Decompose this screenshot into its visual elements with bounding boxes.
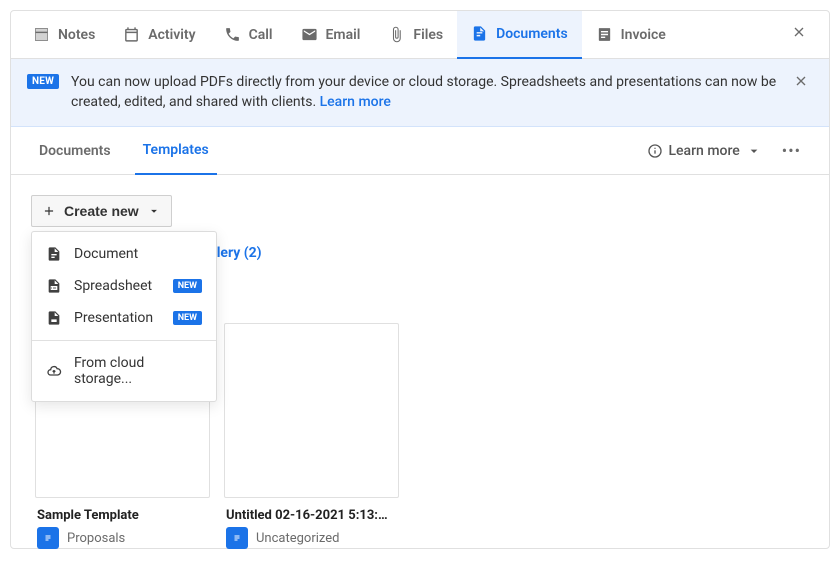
tab-notes[interactable]: Notes xyxy=(19,11,109,59)
tab-files[interactable]: Files xyxy=(374,11,457,59)
new-badge: NEW xyxy=(173,311,202,325)
subtab-documents[interactable]: Documents xyxy=(31,127,119,175)
tab-label: Call xyxy=(249,27,273,43)
invoice-icon xyxy=(596,26,613,43)
more-options-button[interactable]: ••• xyxy=(774,141,809,160)
info-icon xyxy=(647,143,663,159)
document-type-chip xyxy=(226,527,248,549)
tabs-close-button[interactable] xyxy=(777,24,821,45)
main-tabs: Notes Activity Call Email Files Document… xyxy=(11,11,829,59)
dropdown-item-cloud-storage[interactable]: From cloud storage... xyxy=(32,347,216,395)
tab-label: Invoice xyxy=(621,27,666,43)
document-icon xyxy=(42,532,54,544)
document-icon xyxy=(231,532,243,544)
template-title: Sample Template xyxy=(37,508,208,523)
tab-label: Documents xyxy=(496,26,568,42)
banner-text: You can now upload PDFs directly from yo… xyxy=(71,73,777,112)
sub-tabs-row: Documents Templates Learn more ••• xyxy=(11,127,829,175)
new-badge: NEW xyxy=(27,74,59,89)
template-thumbnail xyxy=(224,323,399,498)
document-icon xyxy=(471,25,488,42)
tab-invoice[interactable]: Invoice xyxy=(582,11,680,59)
presentation-icon xyxy=(46,310,62,326)
template-gallery-link[interactable]: llery (2) xyxy=(213,245,262,261)
tab-label: Email xyxy=(326,27,361,43)
create-new-dropdown: Document Spreadsheet NEW Presentation NE… xyxy=(31,231,217,402)
tab-documents[interactable]: Documents xyxy=(457,11,582,59)
cloud-upload-icon xyxy=(46,363,62,379)
dropdown-item-spreadsheet[interactable]: Spreadsheet NEW xyxy=(32,270,216,302)
subtab-templates[interactable]: Templates xyxy=(135,127,217,175)
notes-icon xyxy=(33,26,50,43)
template-title: Untitled 02-16-2021 5:13:… xyxy=(226,508,397,523)
learn-more-button[interactable]: Learn more xyxy=(639,143,770,159)
banner-message: You can now upload PDFs directly from yo… xyxy=(71,74,776,110)
create-new-button[interactable]: Create new xyxy=(31,195,172,227)
banner-learn-more-link[interactable]: Learn more xyxy=(320,94,391,110)
dropdown-label: Spreadsheet xyxy=(74,278,161,294)
attachment-icon xyxy=(388,26,405,43)
email-icon xyxy=(301,26,318,43)
document-icon xyxy=(46,246,62,262)
close-icon xyxy=(793,73,809,89)
content-area: Create new Document Spreadsheet NEW Pres… xyxy=(11,175,829,569)
tab-label: Files xyxy=(413,27,443,43)
banner-close-button[interactable] xyxy=(789,73,813,94)
close-icon xyxy=(791,24,807,40)
learn-more-label: Learn more xyxy=(669,143,740,159)
dropdown-separator xyxy=(32,340,216,341)
dropdown-item-document[interactable]: Document xyxy=(32,238,216,270)
spreadsheet-icon xyxy=(46,278,62,294)
template-meta: Uncategorized xyxy=(226,527,397,549)
dropdown-label: Document xyxy=(74,246,202,262)
new-badge: NEW xyxy=(173,279,202,293)
tab-email[interactable]: Email xyxy=(287,11,375,59)
calendar-icon xyxy=(123,26,140,43)
info-banner: NEW You can now upload PDFs directly fro… xyxy=(11,59,829,127)
tab-label: Notes xyxy=(58,27,95,43)
tab-label: Activity xyxy=(148,27,195,43)
template-category: Uncategorized xyxy=(256,531,339,546)
tab-call[interactable]: Call xyxy=(210,11,287,59)
create-new-label: Create new xyxy=(64,203,139,219)
template-meta: Proposals xyxy=(37,527,208,549)
phone-icon xyxy=(224,26,241,43)
dropdown-label: From cloud storage... xyxy=(74,355,202,387)
chevron-down-icon xyxy=(746,143,762,159)
template-category: Proposals xyxy=(67,531,125,546)
template-card[interactable]: Untitled 02-16-2021 5:13:… Uncategorized xyxy=(224,323,399,549)
dropdown-item-presentation[interactable]: Presentation NEW xyxy=(32,302,216,334)
chevron-down-icon xyxy=(147,204,161,218)
tab-activity[interactable]: Activity xyxy=(109,11,209,59)
dropdown-label: Presentation xyxy=(74,310,161,326)
plus-icon xyxy=(42,204,56,218)
document-type-chip xyxy=(37,527,59,549)
